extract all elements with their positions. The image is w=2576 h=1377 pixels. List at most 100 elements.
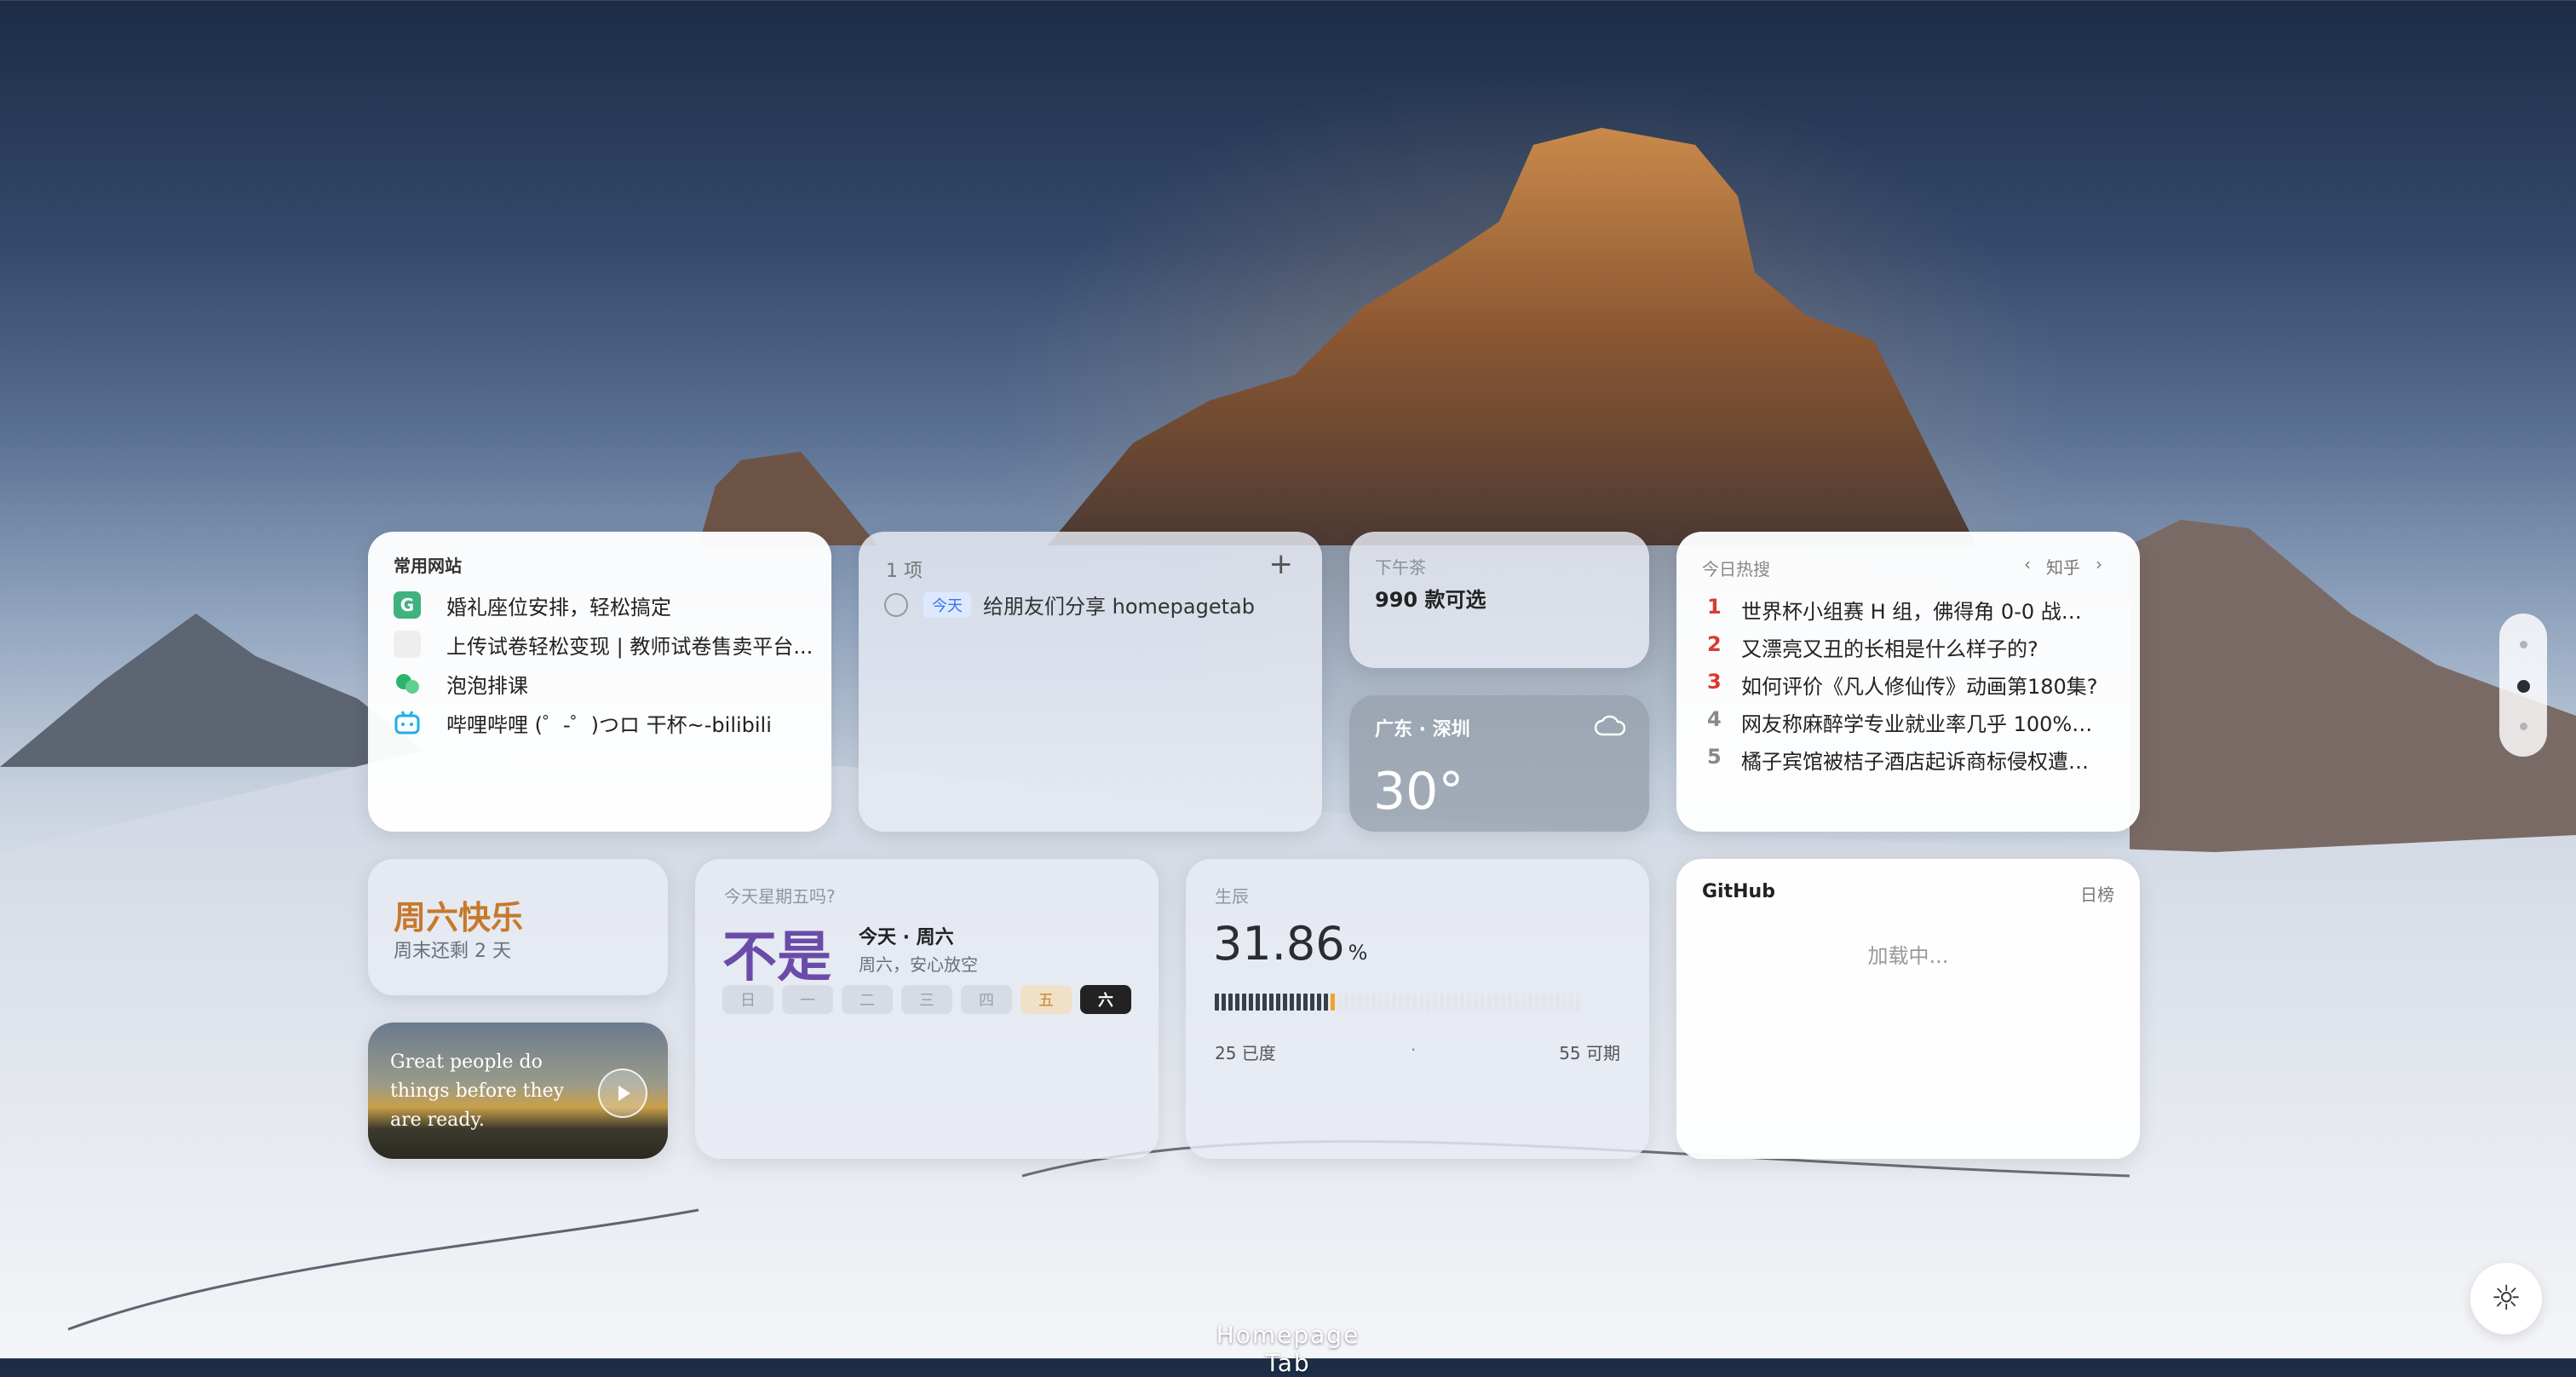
weekday-sun: 日 (722, 985, 773, 1014)
life-progress-segment (1222, 994, 1226, 1011)
life-progress-segment (1535, 994, 1539, 1011)
weekend-subtitle: 周末还剩 2 天 (394, 941, 511, 962)
hot-search-item[interactable]: 1 世界杯小组赛 H 组，佛得角 0-0 战平... (1707, 595, 2099, 625)
todo-widget: 1 项 + 今天 给朋友们分享 homepagetab (859, 532, 1322, 832)
life-progress-segment (1262, 994, 1267, 1011)
weekday-fri: 五 (1021, 985, 1072, 1014)
life-progress-segment (1555, 994, 1560, 1011)
todo-checkbox[interactable] (884, 592, 908, 617)
life-progress-segment (1297, 994, 1301, 1011)
site-link-bilibili[interactable]: 哔哩哔哩 (゜-゜)つロ 干杯~-bilibili (394, 707, 819, 738)
hot-search-source-switcher: ‹ 知乎 › (2024, 554, 2102, 579)
hot-search-source[interactable]: 知乎 (2046, 554, 2080, 579)
gaoding-logo-icon: G (394, 591, 421, 619)
play-button[interactable] (598, 1069, 647, 1118)
life-progress-segment (1310, 994, 1314, 1011)
life-progress-segment (1235, 994, 1239, 1011)
page-dot-1[interactable] (2520, 641, 2527, 648)
page-dot-3[interactable] (2520, 723, 2527, 730)
life-progress-value: 31.86% (1213, 917, 1367, 971)
weather-widget[interactable]: 广东 · 深圳 30° (1349, 695, 1649, 832)
chevron-left-icon[interactable]: ‹ (2024, 554, 2031, 579)
life-progress-segment (1528, 994, 1532, 1011)
life-progress-segment (1453, 994, 1458, 1011)
life-progress-segment (1215, 994, 1219, 1011)
play-icon (618, 1086, 630, 1101)
life-progress-segment (1303, 994, 1308, 1011)
add-todo-button[interactable]: + (1269, 547, 1294, 581)
github-title: GitHub (1702, 881, 1775, 902)
hot-title: 又漂亮又丑的长相是什么样子的? (1741, 637, 2038, 661)
site-link-exam[interactable]: 上传试卷轻松变现 | 教师试卷售卖平台... (394, 629, 819, 660)
life-progress-segment (1433, 994, 1437, 1011)
site-link-gaoding[interactable]: G 婚礼座位安排，轻松搞定 (394, 590, 819, 620)
life-progress-segment (1487, 994, 1492, 1011)
weekday-thu: 四 (961, 985, 1012, 1014)
life-progress-segment (1249, 994, 1253, 1011)
theme-toggle-button[interactable]: ☼ (2470, 1263, 2542, 1334)
site-link-label: 哔哩哔哩 (゜-゜)つロ 干杯~-bilibili (446, 712, 772, 737)
life-progress-segment (1569, 994, 1573, 1011)
life-progress-segment (1521, 994, 1526, 1011)
life-progress-segment (1358, 994, 1362, 1011)
frequent-sites-title: 常用网站 (394, 556, 462, 576)
bilibili-logo-icon (394, 709, 421, 736)
chevron-right-icon[interactable]: › (2096, 554, 2102, 579)
page-dot-2[interactable] (2517, 680, 2530, 693)
afternoon-tea-widget[interactable]: 下午茶 990 款可选 (1349, 532, 1649, 668)
hot-title: 网友称麻醉学专业就业率几乎 100%，... (1741, 712, 2099, 736)
site-link-label: 泡泡排课 (446, 673, 528, 698)
life-progress-segment (1446, 994, 1451, 1011)
life-progress-segment (1501, 994, 1505, 1011)
afternoon-tea-subtitle: 990 款可选 (1375, 588, 1486, 612)
hot-title: 如何评价《凡人修仙传》动画第180集? (1741, 675, 2098, 699)
weekday-wed: 三 (901, 985, 952, 1014)
github-trending-widget: GitHub 日榜 加载中... (1676, 859, 2140, 1159)
afternoon-tea-title: 下午茶 (1375, 557, 1426, 578)
todo-item[interactable]: 今天 给朋友们分享 homepagetab (884, 590, 1255, 619)
quote-widget[interactable]: Great people do things before they are r… (368, 1023, 668, 1159)
paopao-logo-icon (394, 670, 421, 697)
life-progress-segment (1399, 994, 1403, 1011)
hot-rank: 1 (1707, 595, 1722, 619)
hot-search-item[interactable]: 5 橘子宾馆被桔子酒店起诉商标侵权遭索... (1707, 745, 2099, 775)
life-progress-segment (1228, 994, 1233, 1011)
life-progress-percent: 31.86 (1213, 917, 1345, 971)
site-link-label: 上传试卷轻松变现 | 教师试卷售卖平台... (446, 634, 814, 659)
site-link-paopao[interactable]: 泡泡排课 (394, 668, 819, 699)
life-progress-segment (1542, 994, 1546, 1011)
life-progress-segment (1385, 994, 1389, 1011)
friday-desc: 周六，安心放空 (859, 954, 978, 975)
life-progress-segment (1290, 994, 1294, 1011)
life-progress-segment (1283, 994, 1287, 1011)
hot-search-item[interactable]: 4 网友称麻醉学专业就业率几乎 100%，... (1707, 707, 2099, 737)
life-progress-title: 生辰 (1215, 886, 1249, 907)
life-separator: · (1411, 1040, 1417, 1060)
life-progress-segment (1467, 994, 1471, 1011)
hot-rank: 3 (1707, 670, 1722, 694)
life-progress-segment (1269, 994, 1274, 1011)
weather-location: 广东 · 深圳 (1375, 719, 1470, 740)
hot-title: 世界杯小组赛 H 组，佛得角 0-0 战平... (1741, 600, 2099, 624)
hot-search-item[interactable]: 2 又漂亮又丑的长相是什么样子的? (1707, 632, 2099, 662)
life-progress-segment (1474, 994, 1478, 1011)
weekend-title: 周六快乐 (394, 899, 524, 936)
life-progress-segment (1317, 994, 1321, 1011)
life-progress-segment (1426, 994, 1430, 1011)
is-it-friday-widget: 今天星期五吗? 不是 今天 · 周六 周六，安心放空 日 一 二 三 四 五 六 (695, 859, 1159, 1159)
quote-text: Great people do things before they are r… (390, 1051, 565, 1131)
life-progress-segment (1494, 994, 1498, 1011)
github-daily-tab[interactable]: 日榜 (2080, 881, 2114, 906)
todo-text: 给朋友们分享 homepagetab (983, 595, 1255, 619)
hot-rank: 5 (1707, 745, 1722, 769)
todo-due-tag: 今天 (923, 591, 971, 618)
life-progress-bar (1215, 994, 1580, 1011)
life-progress-segment (1440, 994, 1444, 1011)
life-progress-segment (1344, 994, 1348, 1011)
hot-search-item[interactable]: 3 如何评价《凡人修仙传》动画第180集? (1707, 670, 2099, 700)
frequent-sites-widget: 常用网站 G 婚礼座位安排，轻松搞定 上传试卷轻松变现 | 教师试卷售卖平台..… (368, 532, 831, 832)
weekday-mon: 一 (782, 985, 833, 1014)
life-progress-segment (1256, 994, 1260, 1011)
life-progress-segment (1331, 994, 1335, 1011)
life-progress-segment (1508, 994, 1512, 1011)
